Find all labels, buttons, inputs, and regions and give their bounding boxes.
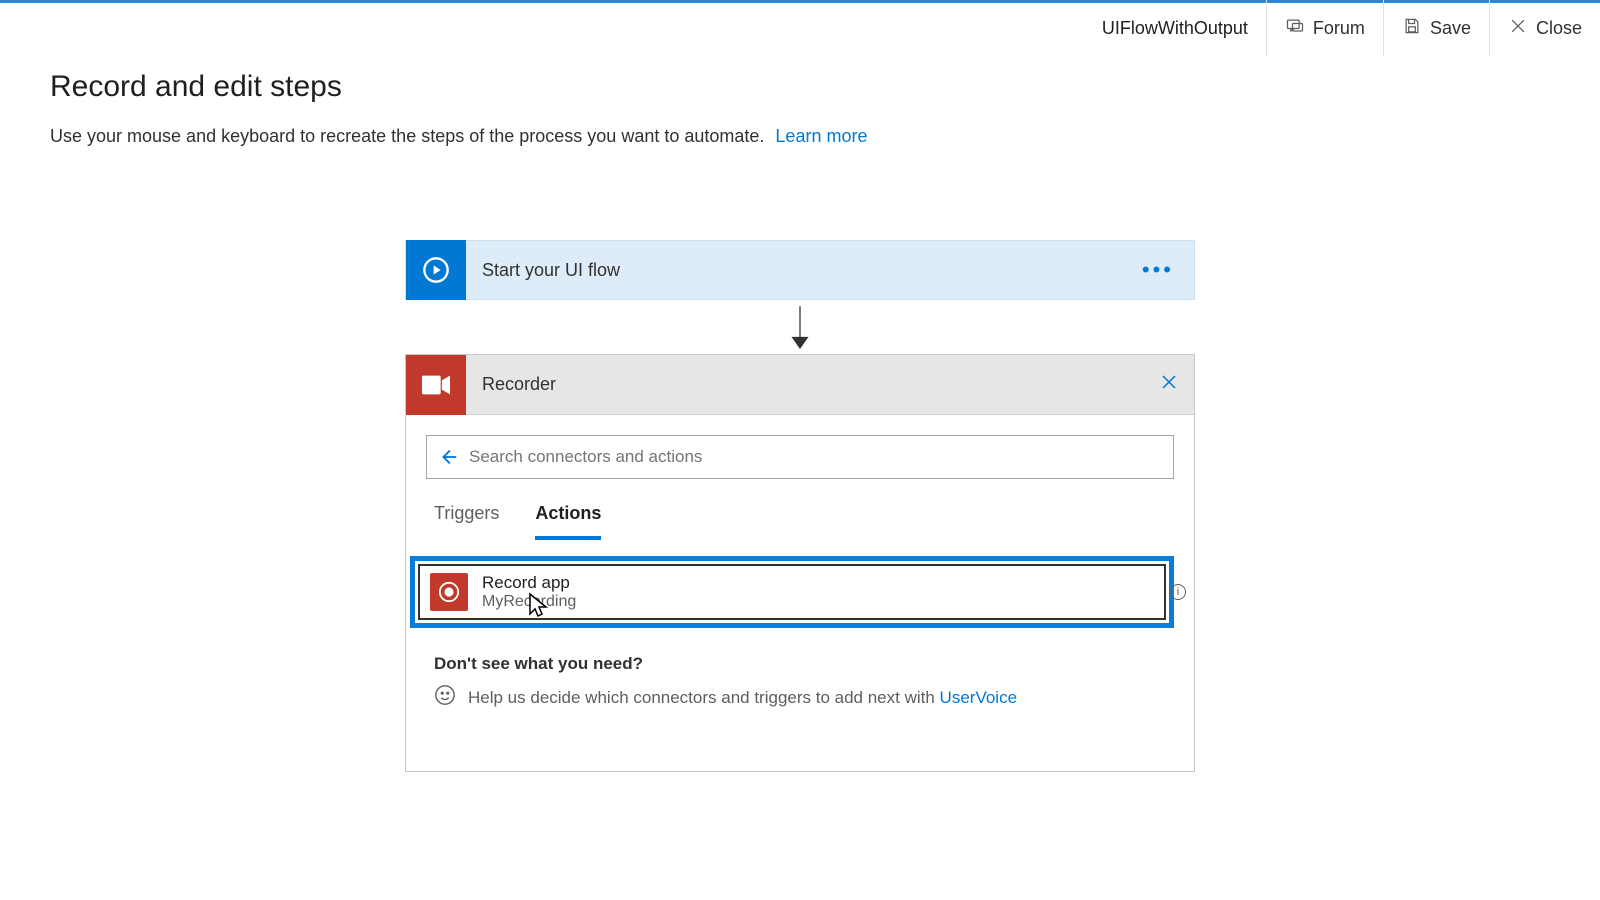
tab-actions[interactable]: Actions	[535, 503, 601, 540]
recorder-card: Recorder Triggers Actions	[405, 354, 1195, 772]
learn-more-link[interactable]: Learn more	[775, 126, 867, 146]
record-icon	[430, 573, 468, 611]
close-icon	[1508, 16, 1528, 41]
back-arrow-icon[interactable]	[437, 446, 459, 468]
uservoice-link[interactable]: UserVoice	[940, 688, 1017, 707]
forum-icon	[1285, 16, 1305, 41]
close-button[interactable]: Close	[1489, 0, 1600, 56]
start-flow-label: Start your UI flow	[466, 260, 1122, 281]
page-subtitle-text: Use your mouse and keyboard to recreate …	[50, 126, 764, 146]
more-menu-icon[interactable]: •••	[1122, 257, 1194, 283]
save-icon	[1402, 16, 1422, 41]
action-title: Record app	[482, 573, 576, 593]
tab-triggers[interactable]: Triggers	[434, 503, 499, 540]
forum-label: Forum	[1313, 18, 1365, 39]
close-label: Close	[1536, 18, 1582, 39]
help-title: Don't see what you need?	[434, 654, 1174, 674]
search-input[interactable]	[459, 447, 1163, 467]
start-flow-card[interactable]: Start your UI flow •••	[405, 240, 1195, 300]
smile-icon	[434, 684, 456, 711]
arrow-down-icon	[787, 300, 813, 354]
selection-highlight: Record app MyRecording	[410, 556, 1174, 628]
save-button[interactable]: Save	[1383, 0, 1489, 56]
camera-icon	[406, 355, 466, 415]
info-icon[interactable]: i	[1170, 584, 1186, 600]
page-title: Record and edit steps	[50, 70, 1550, 104]
action-subtitle: MyRecording	[482, 593, 576, 611]
page-subtitle: Use your mouse and keyboard to recreate …	[50, 126, 1550, 147]
close-recorder-button[interactable]	[1144, 373, 1194, 396]
record-app-action[interactable]: Record app MyRecording	[418, 564, 1166, 620]
search-bar[interactable]	[426, 435, 1174, 479]
recorder-title: Recorder	[466, 374, 1144, 395]
help-text: Help us decide which connectors and trig…	[468, 688, 940, 707]
save-label: Save	[1430, 18, 1471, 39]
play-circle-icon	[406, 240, 466, 300]
forum-button[interactable]: Forum	[1266, 0, 1383, 56]
flow-name: UIFlowWithOutput	[1084, 18, 1266, 39]
